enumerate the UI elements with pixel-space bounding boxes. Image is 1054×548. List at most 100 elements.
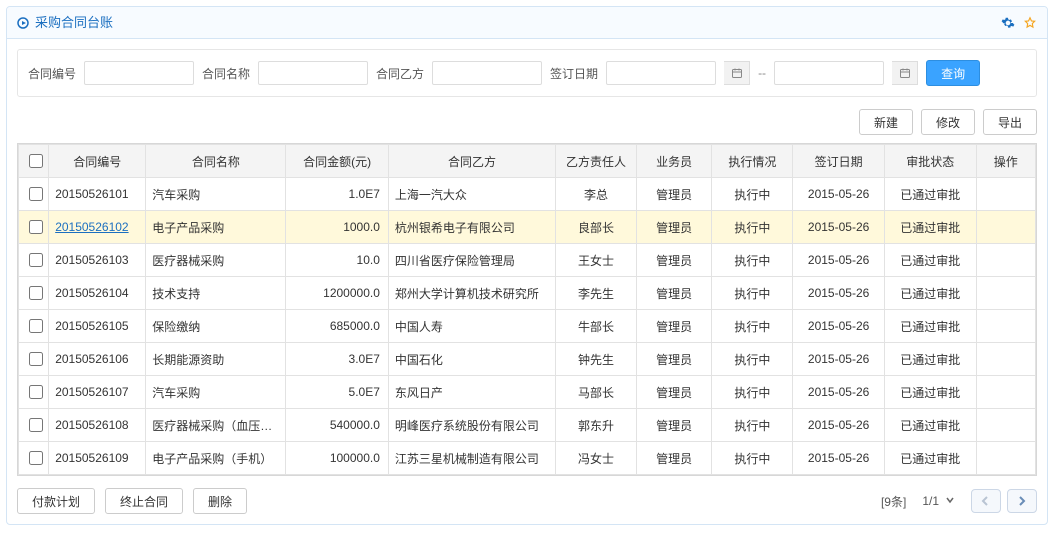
new-button[interactable]: 新建 [859,109,913,135]
row-checkbox[interactable] [29,418,43,432]
th-party-b: 合同乙方 [388,145,555,178]
th-contact: 乙方责任人 [556,145,637,178]
table-row[interactable]: 20150526104技术支持1200000.0郑州大学计算机技术研究所李先生管… [19,277,1036,310]
contract-id-text: 20150526109 [55,451,128,465]
cell-sales: 管理员 [636,310,711,343]
cell-approval: 已通过审批 [884,310,976,343]
cell-amount: 3.0E7 [286,343,388,376]
cell-name: 电子产品采购（手机） [146,442,286,475]
cell-exec: 执行中 [712,244,793,277]
table-row[interactable]: 20150526106长期能源资助3.0E7中国石化钟先生管理员执行中2015-… [19,343,1036,376]
pager-prev-button[interactable] [971,489,1001,513]
th-date: 签订日期 [793,145,885,178]
row-checkbox[interactable] [29,451,43,465]
table-row[interactable]: 20150526101汽车采购1.0E7上海一汽大众李总管理员执行中2015-0… [19,178,1036,211]
calendar-icon-from[interactable] [724,61,750,85]
cell-name: 技术支持 [146,277,286,310]
calendar-icon-to[interactable] [892,61,918,85]
table-row[interactable]: 20150526107汽车采购5.0E7东风日产马部长管理员执行中2015-05… [19,376,1036,409]
cell-party-b: 郑州大学计算机技术研究所 [388,277,555,310]
date-from-input[interactable] [606,61,716,85]
cell-date: 2015-05-26 [793,343,885,376]
delete-button[interactable]: 删除 [193,488,247,514]
cell-op [976,343,1035,376]
cell-name: 保险缴纳 [146,310,286,343]
cell-approval: 已通过审批 [884,409,976,442]
cell-sales: 管理员 [636,442,711,475]
date-to-input[interactable] [774,61,884,85]
contract-id-text: 20150526107 [55,385,128,399]
row-checkbox[interactable] [29,352,43,366]
cell-sales: 管理员 [636,277,711,310]
cell-op [976,211,1035,244]
contract-name-input[interactable] [258,61,368,85]
table-row[interactable]: 20150526102电子产品采购1000.0杭州银希电子有限公司良部长管理员执… [19,211,1036,244]
filter-bar: 合同编号 合同名称 合同乙方 签订日期 -- 查询 [17,49,1037,97]
contract-id-text: 20150526101 [55,187,128,201]
cell-amount: 5.0E7 [286,376,388,409]
cell-sales: 管理员 [636,409,711,442]
select-all-checkbox[interactable] [29,154,43,168]
cell-amount: 1.0E7 [286,178,388,211]
terminate-button[interactable]: 终止合同 [105,488,183,514]
cell-exec: 执行中 [712,277,793,310]
row-checkbox[interactable] [29,187,43,201]
contract-id-text: 20150526106 [55,352,128,366]
cell-sales: 管理员 [636,211,711,244]
cell-amount: 540000.0 [286,409,388,442]
cell-contact: 牛部长 [556,310,637,343]
cell-approval: 已通过审批 [884,343,976,376]
row-checkbox[interactable] [29,319,43,333]
contract-id-link[interactable]: 20150526102 [55,220,128,234]
cell-amount: 10.0 [286,244,388,277]
cell-op [976,277,1035,310]
cell-contact: 冯女士 [556,442,637,475]
contract-id-text: 20150526104 [55,286,128,300]
cell-name: 电子产品采购 [146,211,286,244]
cell-party-b: 东风日产 [388,376,555,409]
contracts-table: 合同编号 合同名称 合同金额(元) 合同乙方 乙方责任人 业务员 执行情况 签订… [18,144,1036,475]
row-checkbox[interactable] [29,253,43,267]
th-exec: 执行情况 [712,145,793,178]
payment-plan-button[interactable]: 付款计划 [17,488,95,514]
cell-name: 长期能源资助 [146,343,286,376]
cell-date: 2015-05-26 [793,442,885,475]
table-row[interactable]: 20150526109 电子产品采购（手机）100000.0江苏三星机械制造有限公… [19,442,1036,475]
th-contract-id: 合同编号 [49,145,146,178]
page-title: 采购合同台账 [35,7,113,39]
cell-op [976,310,1035,343]
cell-contact: 李先生 [556,277,637,310]
cell-op [976,244,1035,277]
export-button[interactable]: 导出 [983,109,1037,135]
table-row[interactable]: 20150526103医疗器械采购10.0四川省医疗保险管理局王女士管理员执行中… [19,244,1036,277]
party-b-input[interactable] [432,61,542,85]
cell-sales: 管理员 [636,244,711,277]
cell-approval: 已通过审批 [884,277,976,310]
cell-party-b: 中国人寿 [388,310,555,343]
star-icon[interactable] [1023,16,1037,30]
table-row[interactable]: 20150526105保险缴纳685000.0中国人寿牛部长管理员执行中2015… [19,310,1036,343]
row-checkbox[interactable] [29,286,43,300]
contract-id-input[interactable] [84,61,194,85]
cell-exec: 执行中 [712,376,793,409]
cell-exec: 执行中 [712,442,793,475]
chevron-down-icon [945,494,955,508]
edit-button[interactable]: 修改 [921,109,975,135]
table-row[interactable]: 20150526108医疗器械采购（血压计）540000.0明峰医疗系统股份有限… [19,409,1036,442]
cell-op [976,442,1035,475]
gear-icon[interactable] [1001,16,1015,30]
cell-date: 2015-05-26 [793,409,885,442]
row-checkbox[interactable] [29,220,43,234]
pager-next-button[interactable] [1007,489,1037,513]
cell-party-b: 杭州银希电子有限公司 [388,211,555,244]
cell-sales: 管理员 [636,376,711,409]
cell-contact: 马部长 [556,376,637,409]
label-party-b: 合同乙方 [376,65,424,82]
panel-header: 采购合同台账 [7,7,1047,39]
cell-party-b: 江苏三星机械制造有限公司 [388,442,555,475]
search-button[interactable]: 查询 [926,60,980,86]
pager-page-dropdown[interactable]: 1/1 [922,494,955,508]
cell-contact: 王女士 [556,244,637,277]
row-checkbox[interactable] [29,385,43,399]
cell-amount: 100000.0 [286,442,388,475]
